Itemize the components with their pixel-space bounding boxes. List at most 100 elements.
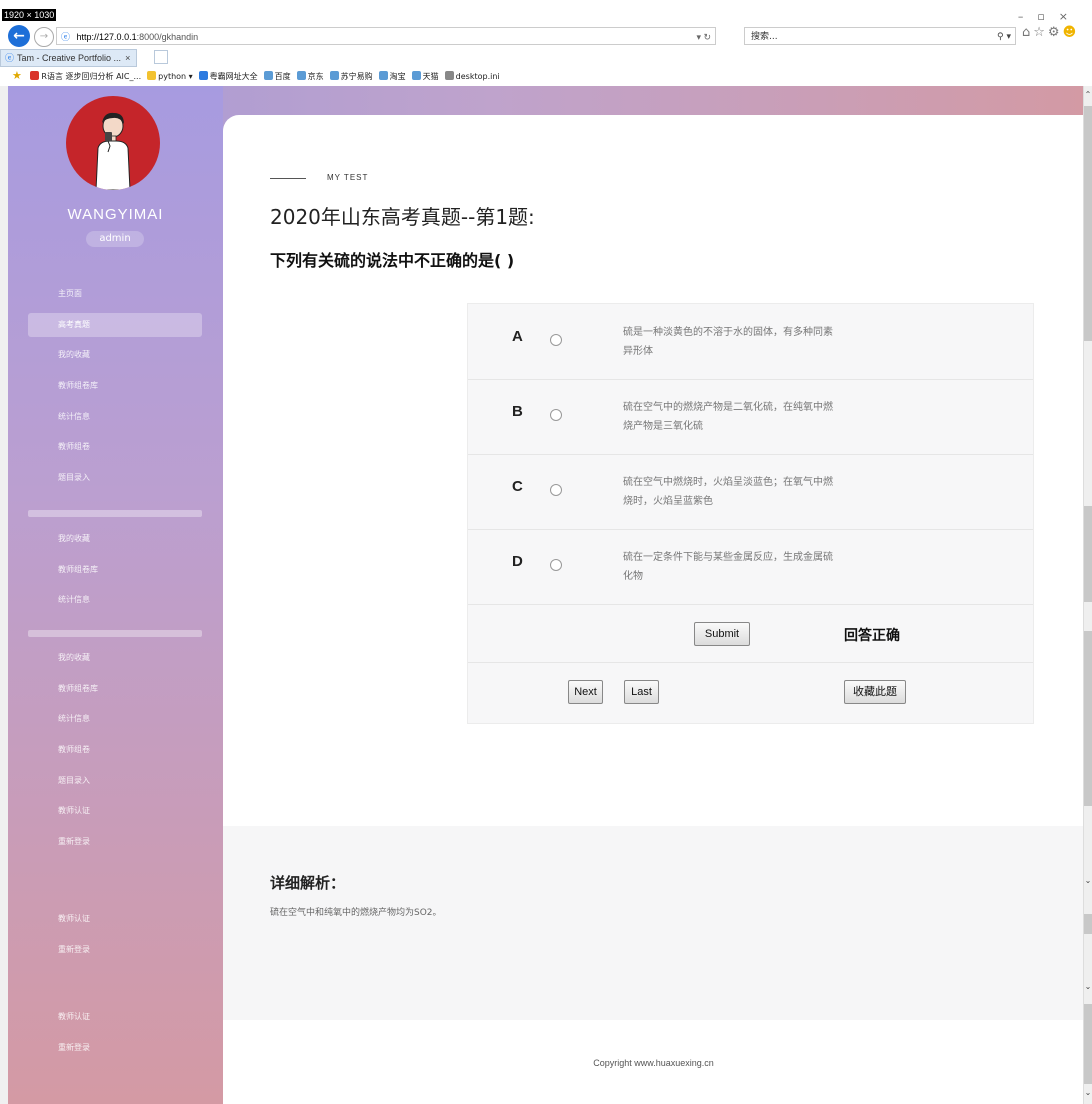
- sidebar-item[interactable]: 重新登录: [28, 827, 202, 858]
- favorite-link[interactable]: desktop.ini: [444, 68, 500, 85]
- browser-chrome: 1920 × 1030 –▫× ← → ⓔ http://127.0.0.1:8…: [0, 0, 1092, 86]
- option-d[interactable]: D 硫在一定条件下能与某些金属反应，生成金属硫化物: [468, 529, 1033, 605]
- url-text: http://127.0.0.1:8000/gkhandin: [76, 32, 199, 42]
- sidebar-divider: [28, 630, 202, 637]
- sidebar-item[interactable]: 教师认证: [28, 1002, 202, 1033]
- option-b[interactable]: B 硫在空气中的燃烧产物是二氧化硫，在纯氧中燃烧产物是三氧化硫: [468, 379, 1033, 455]
- sidebar-menu-5: 教师认证 重新登录: [28, 1002, 202, 1063]
- favorite-site-icon: [444, 71, 454, 80]
- sidebar-item[interactable]: 我的收藏: [28, 643, 202, 674]
- address-bar[interactable]: ⓔ http://127.0.0.1:8000/gkhandin ▾ ↻: [56, 27, 716, 45]
- favorite-link[interactable]: python ▾: [147, 68, 193, 85]
- favorite-link[interactable]: 京东: [296, 68, 324, 85]
- sidebar-item[interactable]: 教师组卷库: [28, 555, 202, 586]
- favorite-link[interactable]: 天猫: [411, 68, 439, 85]
- option-radio[interactable]: [550, 334, 562, 346]
- section-kicker: MY TEST: [327, 173, 369, 182]
- sidebar-item[interactable]: 教师认证: [28, 904, 202, 935]
- sidebar-item[interactable]: 统计信息: [28, 704, 202, 735]
- sidebar-item[interactable]: 教师组卷: [28, 432, 202, 463]
- favorite-link[interactable]: 淘宝: [378, 68, 406, 85]
- window-controls[interactable]: –▫×: [1018, 10, 1082, 23]
- scroll-thumb[interactable]: [1084, 914, 1092, 934]
- next-button[interactable]: Next: [568, 680, 603, 704]
- sidebar-item[interactable]: 教师认证: [28, 796, 202, 827]
- username: WANGYIMAI: [67, 206, 164, 223]
- scroll-down-icon[interactable]: ⌄: [1084, 1088, 1092, 1097]
- sidebar-item[interactable]: 主页面: [28, 279, 202, 310]
- search-input[interactable]: 搜索... ⚲ ▾: [744, 27, 1016, 45]
- close-icon[interactable]: ×: [1059, 10, 1082, 23]
- sidebar: WANGYIMAI admin 主页面 高考真题 我的收藏 教师组卷库 统计信息 教师组卷…: [8, 86, 223, 1104]
- footer-copyright: Copyright www.huaxuexing.cn: [593, 1058, 714, 1068]
- options-panel: A 硫是一种淡黄色的不溶于水的固体，有多种同素异形体 B 硫在空气中的燃烧产物是…: [467, 303, 1034, 724]
- option-radio[interactable]: [550, 559, 562, 571]
- analysis-heading: 详细解析：: [270, 874, 346, 892]
- scroll-thumb[interactable]: [1084, 631, 1092, 806]
- scroll-down-icon[interactable]: ⌄: [1084, 876, 1092, 885]
- favorite-site-icon: [263, 71, 273, 80]
- scroll-thumb[interactable]: [1084, 506, 1092, 602]
- new-tab-button[interactable]: [154, 50, 168, 64]
- sidebar-item[interactable]: 教师组卷: [28, 735, 202, 766]
- option-text: 硫是一种淡黄色的不溶于水的固体，有多种同素异形体: [623, 327, 833, 357]
- option-a[interactable]: A 硫是一种淡黄色的不溶于水的固体，有多种同素异形体: [468, 304, 1033, 380]
- option-text: 硫在一定条件下能与某些金属反应，生成金属硫化物: [623, 552, 833, 582]
- toolbar-icons[interactable]: ⌂☆⚙☻: [1022, 25, 1079, 40]
- refresh-icon[interactable]: ▾ ↻: [696, 28, 711, 46]
- role-badge: admin: [86, 231, 144, 247]
- scroll-down-icon[interactable]: ⌄: [1084, 982, 1092, 991]
- resolution-label: 1920 × 1030: [2, 9, 57, 21]
- option-radio[interactable]: [550, 409, 562, 421]
- favorite-question-button[interactable]: 收藏此题: [844, 680, 906, 704]
- favorite-link[interactable]: 粤霸网址大全: [198, 68, 258, 85]
- page-scrollbar[interactable]: ⌃ ⌄ ⌄ ⌄: [1083, 86, 1092, 1104]
- favorite-site-icon: [329, 71, 339, 80]
- sidebar-item[interactable]: 教师组卷库: [28, 674, 202, 705]
- smiley-icon[interactable]: ☻: [1063, 25, 1080, 40]
- sidebar-item[interactable]: 我的收藏: [28, 340, 202, 371]
- last-button[interactable]: Last: [624, 680, 659, 704]
- minimize-icon[interactable]: –: [1018, 10, 1038, 23]
- favorite-link[interactable]: 苏宁易购: [329, 68, 373, 85]
- sidebar-item[interactable]: 重新登录: [28, 1033, 202, 1064]
- sidebar-menu-1: 主页面 高考真题我的收藏 教师组卷库 统计信息 教师组卷 题目录入: [28, 279, 202, 494]
- favorite-link[interactable]: R语言 逐步回归分析 AIC_...: [30, 68, 141, 85]
- browser-tab[interactable]: ⓔ Tam - Creative Portfolio ... ×: [0, 49, 138, 67]
- sidebar-item[interactable]: 题目录入: [28, 463, 202, 494]
- back-button[interactable]: ←: [8, 25, 30, 47]
- ie-icon: ⓔ: [61, 32, 71, 42]
- option-radio[interactable]: [550, 484, 562, 496]
- home-icon[interactable]: ⌂: [1022, 25, 1033, 40]
- maximize-icon[interactable]: ▫: [1037, 10, 1058, 23]
- sidebar-item[interactable]: 高考真题: [28, 312, 202, 337]
- favorite-site-icon: [147, 71, 157, 80]
- option-letter: B: [512, 403, 523, 420]
- favorite-link[interactable]: 百度: [263, 68, 291, 85]
- tab-close-icon[interactable]: ×: [125, 53, 130, 63]
- submit-button[interactable]: Submit: [694, 622, 750, 646]
- sidebar-item[interactable]: 教师组卷库: [28, 371, 202, 402]
- favorite-site-icon: [198, 71, 208, 80]
- sidebar-menu-4: 教师认证 重新登录: [28, 904, 202, 965]
- forward-button[interactable]: →: [34, 27, 54, 47]
- option-letter: C: [512, 478, 523, 495]
- option-c[interactable]: C 硫在空气中燃烧时，火焰呈淡蓝色；在氧气中燃烧时，火焰呈蓝紫色: [468, 454, 1033, 530]
- sidebar-item[interactable]: 统计信息: [28, 585, 202, 616]
- scroll-up-icon[interactable]: ⌃: [1084, 90, 1092, 99]
- scroll-thumb[interactable]: [1084, 1004, 1092, 1084]
- analysis-text: 硫在空气中和纯氧中的燃烧产物均为SO2。: [270, 908, 442, 918]
- sidebar-item[interactable]: 重新登录: [28, 935, 202, 966]
- sidebar-item[interactable]: 我的收藏: [28, 524, 202, 555]
- sidebar-item[interactable]: 统计信息: [28, 402, 202, 433]
- sidebar-menu-2: 我的收藏 教师组卷库 统计信息: [28, 524, 202, 616]
- favorites-star-icon[interactable]: ☆: [1033, 25, 1048, 40]
- favorites-star-icon[interactable]: ★: [12, 69, 22, 82]
- gear-icon[interactable]: ⚙: [1048, 25, 1063, 40]
- scroll-thumb[interactable]: [1084, 106, 1092, 341]
- sidebar-divider: [28, 510, 202, 517]
- page-title: 2020年山东高考真题--第1题:: [270, 205, 535, 229]
- search-icon[interactable]: ⚲ ▾: [997, 28, 1011, 46]
- option-text: 硫在空气中的燃烧产物是二氧化硫，在纯氧中燃烧产物是三氧化硫: [623, 402, 833, 432]
- sidebar-item[interactable]: 题目录入: [28, 766, 202, 797]
